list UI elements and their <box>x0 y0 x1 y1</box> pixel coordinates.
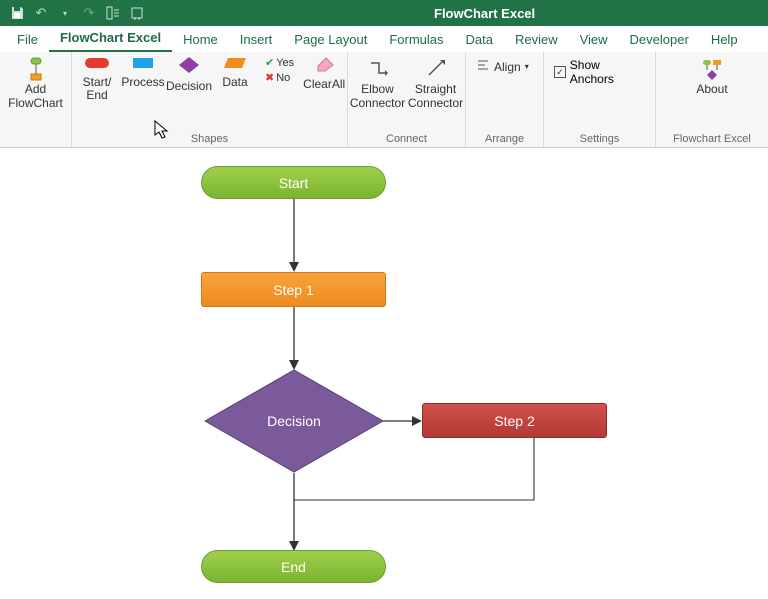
yes-button[interactable]: ✔Yes <box>265 56 294 69</box>
about-group-label: Flowchart Excel <box>662 131 762 145</box>
tab-page-layout[interactable]: Page Layout <box>283 28 378 52</box>
ribbon-group-add: Add FlowChart <box>0 52 72 147</box>
window-title: FlowChart Excel <box>434 6 535 21</box>
checkbox-icon: ✓ <box>554 66 566 78</box>
decision-icon <box>178 56 200 77</box>
decision-button[interactable]: Decision <box>170 56 208 93</box>
ribbon-tabs: File FlowChart Excel Home Insert Page La… <box>0 26 768 52</box>
tab-insert[interactable]: Insert <box>229 28 284 52</box>
no-button[interactable]: ✖No <box>265 71 294 84</box>
terminator-icon <box>84 56 110 73</box>
tab-help[interactable]: Help <box>700 28 749 52</box>
clear-all-button[interactable]: ClearAll <box>305 56 343 91</box>
straight-connector-button[interactable]: Straight Connector <box>411 56 461 113</box>
start-end-button[interactable]: Start/ End <box>78 56 116 103</box>
tab-home[interactable]: Home <box>172 28 229 52</box>
tab-review[interactable]: Review <box>504 28 569 52</box>
quick-access-toolbar: ↶ ▾ ↷ <box>6 2 148 24</box>
ribbon-group-settings: ✓ Show Anchors Settings <box>544 52 656 147</box>
touch-mode-icon[interactable] <box>102 2 124 24</box>
about-button[interactable]: About <box>687 56 737 99</box>
tab-data[interactable]: Data <box>455 28 504 52</box>
ribbon: Add FlowChart Start/ End Process <box>0 52 768 148</box>
connector-decision-step2[interactable] <box>382 413 424 429</box>
ribbon-group-arrange: Align ▾ Arrange <box>466 52 544 147</box>
dropdown-icon: ▾ <box>525 62 529 71</box>
undo-icon[interactable]: ↶ <box>30 2 52 24</box>
flowchart-canvas[interactable]: Start Step 1 Decision Step 2 End <box>0 148 768 599</box>
settings-group-label: Settings <box>550 131 649 145</box>
connector-step1-decision[interactable] <box>286 306 302 372</box>
addin-icon[interactable] <box>126 2 148 24</box>
about-icon <box>700 58 724 80</box>
ribbon-group-shapes: Start/ End Process Decision Data <box>72 52 348 147</box>
qat-dropdown-icon[interactable]: ▾ <box>54 2 76 24</box>
tab-formulas[interactable]: Formulas <box>378 28 454 52</box>
align-button[interactable]: Align ▾ <box>472 56 533 77</box>
yes-no-buttons: ✔Yes ✖No <box>265 56 294 84</box>
tab-developer[interactable]: Developer <box>619 28 700 52</box>
tab-flowchart-excel[interactable]: FlowChart Excel <box>49 26 172 52</box>
connect-group-label: Connect <box>354 131 459 145</box>
title-bar: ↶ ▾ ↷ FlowChart Excel <box>0 0 768 26</box>
shapes-group-label: Shapes <box>78 131 341 145</box>
ribbon-group-label <box>6 131 65 145</box>
straight-connector-icon <box>426 58 446 80</box>
node-end[interactable]: End <box>201 550 386 583</box>
cross-icon: ✖ <box>265 71 274 84</box>
tab-file[interactable]: File <box>6 28 49 52</box>
eraser-icon <box>313 56 335 75</box>
show-anchors-checkbox[interactable]: ✓ Show Anchors <box>550 56 649 88</box>
redo-icon[interactable]: ↷ <box>78 2 100 24</box>
arrange-group-label: Arrange <box>472 131 537 145</box>
elbow-connector-icon <box>368 58 388 80</box>
save-icon[interactable] <box>6 2 28 24</box>
node-step1[interactable]: Step 1 <box>201 272 386 307</box>
tab-view[interactable]: View <box>569 28 619 52</box>
check-icon: ✔ <box>265 56 274 69</box>
node-step2[interactable]: Step 2 <box>422 403 607 438</box>
ribbon-group-connect: Elbow Connector Straight Connector Conne… <box>348 52 466 147</box>
align-icon <box>476 58 490 75</box>
data-button[interactable]: Data <box>216 56 254 89</box>
data-icon <box>223 56 247 73</box>
flowchart-icon <box>23 58 49 80</box>
connector-start-step1[interactable] <box>286 196 302 274</box>
ribbon-group-about: About Flowchart Excel <box>656 52 768 147</box>
elbow-connector-button[interactable]: Elbow Connector <box>353 56 403 113</box>
process-button[interactable]: Process <box>124 56 162 89</box>
add-flowchart-label: Add FlowChart <box>8 83 63 111</box>
node-decision[interactable]: Decision <box>203 368 385 474</box>
add-flowchart-button[interactable]: Add FlowChart <box>6 56 65 113</box>
node-start[interactable]: Start <box>201 166 386 199</box>
process-icon <box>132 56 154 73</box>
